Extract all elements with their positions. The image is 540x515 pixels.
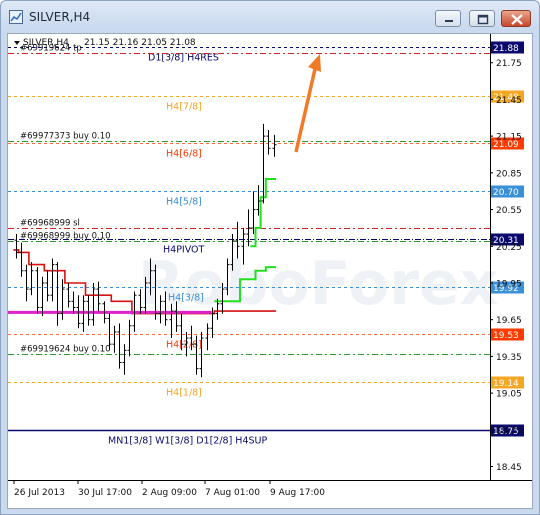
chart-area[interactable]: RoboForex D1[3/8] H4RES 21.88 H4[7/8] 21.48…	[7, 33, 533, 509]
price-tick-label: 20.25	[496, 243, 522, 253]
price-badge-text-h4-5-8: 20.70	[493, 188, 519, 198]
level-label-h4-3-8: H4[3/8]	[168, 293, 204, 304]
time-tick-label: 7 Aug 01:00	[205, 488, 260, 498]
level-label-h4pivot: H4PIVOT	[163, 245, 205, 256]
time-tick-label: 30 Jul 17:00	[78, 488, 132, 498]
price-tick-label: 18.75	[496, 426, 522, 436]
close-button[interactable]	[501, 10, 531, 27]
chart-window: SILVER,H4 RoboForex D1[3/8] H4RES 21.88 H4…	[0, 0, 540, 515]
order-label-order-sl: #69968999 sl	[20, 219, 80, 229]
chart-header-ohlc: 21.15 21.16 21.05 21.08	[84, 38, 196, 48]
level-label-h4-5-8: H4[5/8]	[166, 197, 202, 208]
level-label-h4-6-8: H4[6/8]	[166, 149, 202, 160]
restore-button[interactable]	[469, 10, 495, 27]
price-badge-text-d1-3-8-h4res: 21.88	[493, 44, 519, 54]
time-tick-label: 2 Aug 09:00	[142, 488, 197, 498]
time-tick-label: 9 Aug 17:00	[270, 488, 325, 498]
price-badge-text-h4-2-8: 19.53	[493, 331, 519, 341]
order-label-order-buy-3: #69919624 buy 0.10	[20, 345, 111, 355]
price-chart[interactable]: RoboForex D1[3/8] H4RES21.88H4[7/8]21.48…	[8, 34, 532, 508]
price-tick-label: 21.75	[496, 59, 522, 69]
watermark-text: RoboForex	[138, 249, 498, 319]
price-tick-label: 21.15	[496, 133, 522, 143]
price-tick-label: 18.45	[496, 463, 522, 473]
chart-app-icon	[9, 10, 23, 24]
level-label-h4-1-8: H4[1/8]	[166, 388, 202, 399]
restore-icon	[477, 14, 489, 25]
price-tick-label: 20.85	[496, 169, 522, 179]
level-label-mn1-h4sup: MN1[3/8] W1[3/8] D1[2/8] H4SUP	[108, 436, 267, 447]
chart-header-symbol: SILVER,H4	[23, 38, 69, 48]
window-title: SILVER,H4	[29, 10, 91, 24]
level-label-d1-3-8-h4res: D1[3/8] H4RES	[148, 53, 219, 64]
price-tick-label: 19.95	[496, 279, 522, 289]
price-tick-label: 19.05	[496, 390, 522, 400]
level-label-h4-7-8: H4[7/8]	[166, 102, 202, 113]
title-bar[interactable]: SILVER,H4	[1, 1, 539, 33]
order-label-order-buy-2: #69968999 buy 0.10	[20, 232, 111, 242]
price-badge-text-h4-1-8: 19.14	[493, 379, 519, 389]
forecast-arrow-shaft	[294, 68, 317, 153]
price-tick-label: 21.45	[496, 96, 522, 106]
minimize-button[interactable]	[435, 10, 461, 27]
forecast-arrow-head	[308, 54, 321, 72]
time-tick-label: 26 Jul 2013	[14, 488, 65, 498]
close-icon	[511, 14, 523, 25]
price-tick-label: 20.55	[496, 206, 522, 216]
price-tick-label: 19.35	[496, 353, 522, 363]
order-label-order-buy-1: #69977373 buy 0.10	[20, 132, 111, 142]
price-tick-label: 19.65	[496, 316, 522, 326]
minimize-icon	[445, 20, 453, 22]
